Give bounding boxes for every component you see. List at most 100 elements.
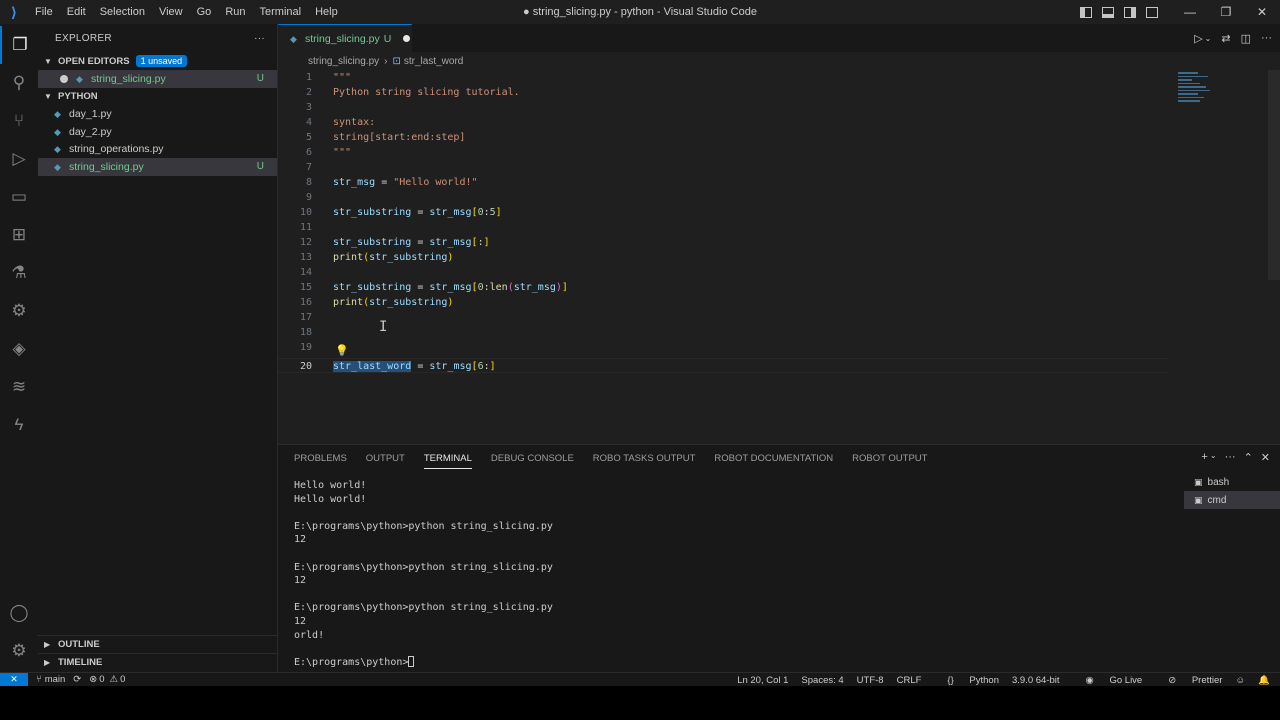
more-actions-icon[interactable]: ···: [1261, 32, 1272, 44]
indentation[interactable]: Spaces: 4: [801, 675, 843, 686]
menu-run[interactable]: Run: [218, 0, 252, 24]
split-editor-icon[interactable]: ◫: [1241, 32, 1251, 45]
sync-icon[interactable]: ⟳: [73, 674, 81, 685]
menu-edit[interactable]: Edit: [60, 0, 93, 24]
editor-scrollbar[interactable]: [1268, 70, 1280, 280]
file-item-selected[interactable]: ◆ string_slicing.py U: [38, 158, 277, 176]
remote-indicator-icon[interactable]: ✕: [0, 672, 28, 687]
tab-output[interactable]: OUTPUT: [366, 451, 405, 469]
close-window-button[interactable]: ✕: [1244, 0, 1280, 24]
unsaved-dot-icon[interactable]: [60, 74, 68, 83]
open-editors-section[interactable]: ▼ OPEN EDITORS 1 unsaved: [38, 52, 277, 70]
compare-changes-icon[interactable]: ⇄: [1221, 32, 1230, 45]
notifications-bell-icon[interactable]: 🔔: [1258, 675, 1270, 686]
folder-section[interactable]: ▼ PYTHON: [38, 88, 277, 106]
tab-terminal[interactable]: TERMINAL: [423, 451, 472, 469]
settings-gear-icon[interactable]: ⚙: [0, 632, 38, 670]
menu-view[interactable]: View: [152, 0, 190, 24]
menu-go[interactable]: Go: [190, 0, 219, 24]
terminal-list: ▣ bash ▣ cmd: [1184, 473, 1280, 509]
code-line: 7: [305, 162, 312, 173]
language-mode[interactable]: {} Python: [934, 675, 999, 686]
toggle-panel-icon[interactable]: [1102, 6, 1114, 18]
end-of-line[interactable]: CRLF: [897, 675, 922, 686]
source-control-icon[interactable]: ⑂: [0, 102, 38, 140]
run-dropdown-icon[interactable]: ⌄: [1205, 34, 1212, 43]
more-actions-icon[interactable]: ···: [1225, 451, 1236, 464]
search-icon[interactable]: ⚲: [0, 64, 38, 102]
open-editor-item[interactable]: ◆ string_slicing.py U: [38, 70, 277, 88]
python-file-icon: ◆: [54, 161, 61, 172]
file-item[interactable]: ◆ string_operations.py: [38, 141, 277, 159]
toggle-sidebar-icon[interactable]: [1080, 6, 1092, 18]
encoding[interactable]: UTF-8: [857, 675, 884, 686]
code-line: 3: [305, 102, 312, 113]
file-item[interactable]: ◆ day_2.py: [38, 123, 277, 141]
explorer-icon[interactable]: ❐: [0, 26, 38, 64]
code-line: 16 print(str_substring): [299, 297, 454, 308]
menu-bar: File Edit Selection View Go Run Terminal…: [28, 0, 345, 24]
python-icon[interactable]: ◈: [0, 330, 38, 368]
extensions-icon[interactable]: ⊞: [0, 216, 38, 254]
code-line: 15 str_substring = str_msg[0:len(str_msg)…: [299, 282, 568, 293]
more-actions-icon[interactable]: ···: [254, 33, 265, 44]
branch-indicator[interactable]: ⑂ main: [36, 674, 65, 685]
minimap[interactable]: [1178, 72, 1238, 112]
explorer-sidebar: EXPLORER ··· ▼ OPEN EDITORS 1 unsaved ◆ …: [38, 24, 278, 672]
account-icon[interactable]: ◯: [0, 594, 38, 632]
close-panel-icon[interactable]: ✕: [1261, 451, 1270, 464]
toggle-secondary-sidebar-icon[interactable]: [1124, 6, 1136, 18]
menu-selection[interactable]: Selection: [93, 0, 152, 24]
lightbulb-icon[interactable]: 💡: [335, 344, 349, 357]
run-python-icon[interactable]: ▷: [1194, 32, 1202, 45]
breadcrumb-file[interactable]: string_slicing.py: [308, 56, 379, 67]
lightning-icon[interactable]: ϟ: [0, 406, 38, 444]
chevron-right-icon: ▶: [44, 640, 51, 649]
python-file-icon: ◆: [54, 109, 61, 120]
python-file-icon: ◆: [76, 73, 83, 84]
tab-robot-documentation[interactable]: ROBOT DOCUMENTATION: [714, 451, 833, 469]
prettier-button[interactable]: ⊘ Prettier: [1155, 675, 1222, 686]
breadcrumb-symbol[interactable]: str_last_word: [404, 56, 463, 67]
robot-icon[interactable]: ⚙: [0, 292, 38, 330]
tab-string-slicing[interactable]: ◆ string_slicing.py U: [278, 24, 412, 52]
outline-section[interactable]: ▶ OUTLINE: [38, 635, 278, 653]
variable-symbol-icon: ⊡: [392, 55, 401, 67]
testing-icon[interactable]: ⚗: [0, 254, 38, 292]
timeline-section[interactable]: ▶ TIMELINE: [38, 653, 278, 671]
problems-indicator[interactable]: ⊗ 0 ⚠ 0: [89, 674, 125, 685]
docker-icon[interactable]: ≋: [0, 368, 38, 406]
terminal-cursor: [408, 656, 415, 668]
maximize-panel-icon[interactable]: ⌃: [1244, 451, 1253, 464]
tab-robot-output[interactable]: ROBOT OUTPUT: [852, 451, 927, 469]
tab-robo-tasks-output[interactable]: ROBO TASKS OUTPUT: [593, 451, 696, 469]
menu-file[interactable]: File: [28, 0, 60, 24]
terminal-dropdown-icon[interactable]: ⌄: [1210, 451, 1217, 464]
tab-problems[interactable]: PROBLEMS: [294, 451, 347, 469]
go-live-button[interactable]: ◉ Go Live: [1073, 675, 1143, 686]
terminal-output[interactable]: Hello world! Hello world! E:\programs\py…: [294, 479, 1174, 669]
feedback-icon[interactable]: ☺: [1235, 675, 1245, 686]
text-cursor-icon: I: [379, 319, 388, 335]
terminal-item-cmd[interactable]: ▣ cmd: [1184, 491, 1280, 509]
code-editor[interactable]: 1 """ 2 Python string slicing tutorial. 3 …: [278, 70, 1280, 444]
cursor-position[interactable]: Ln 20, Col 1: [737, 675, 788, 686]
file-item[interactable]: ◆ day_1.py: [38, 106, 277, 124]
python-interpreter[interactable]: 3.9.0 64-bit: [1012, 675, 1060, 686]
restore-button[interactable]: ❐: [1208, 0, 1244, 24]
remote-explorer-icon[interactable]: ▭: [0, 178, 38, 216]
python-file-icon: ◆: [290, 33, 297, 44]
untracked-mark: U: [256, 73, 264, 85]
terminal-item-bash[interactable]: ▣ bash: [1184, 473, 1280, 491]
title-bar: ⟩ File Edit Selection View Go Run Termin…: [0, 0, 1280, 24]
chevron-down-icon: ▼: [44, 92, 52, 101]
new-terminal-icon[interactable]: +: [1201, 451, 1207, 464]
open-editor-filename: string_slicing.py: [91, 72, 166, 85]
menu-help[interactable]: Help: [308, 0, 345, 24]
unsaved-dot-icon[interactable]: [403, 35, 411, 42]
run-debug-icon[interactable]: ▷: [0, 140, 38, 178]
customize-layout-icon[interactable]: [1146, 6, 1158, 18]
menu-terminal[interactable]: Terminal: [253, 0, 309, 24]
minimize-button[interactable]: —: [1172, 0, 1208, 24]
tab-debug-console[interactable]: DEBUG CONSOLE: [491, 451, 574, 469]
